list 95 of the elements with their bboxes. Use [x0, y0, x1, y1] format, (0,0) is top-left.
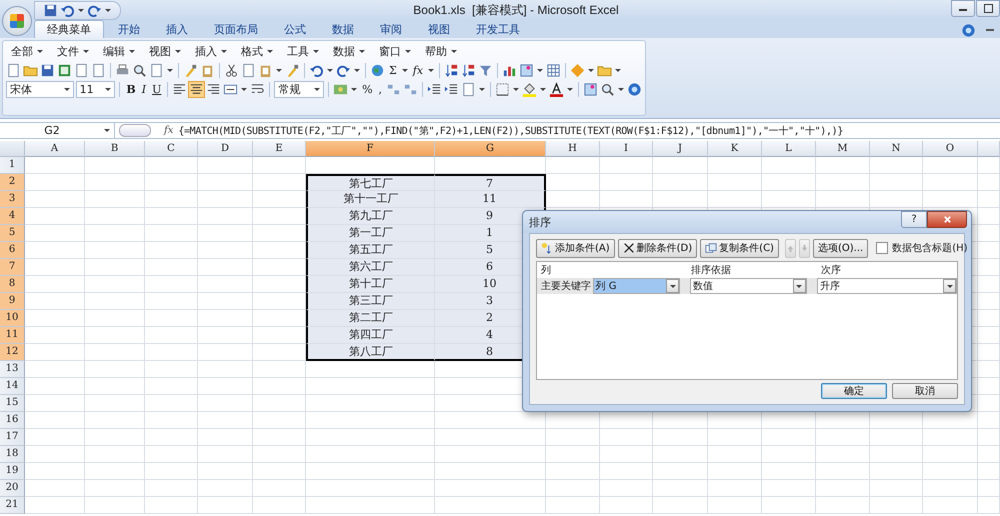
table-cell[interactable]: 第十工厂 [306, 276, 435, 293]
help-button[interactable]: ? [901, 211, 927, 228]
table-cell[interactable]: 第三工厂 [306, 293, 435, 310]
column-header[interactable]: D [198, 141, 253, 157]
function-button[interactable]: fx [410, 64, 426, 76]
row-header[interactable]: 16 [0, 412, 25, 429]
column-header[interactable]: L [762, 141, 816, 157]
column-header[interactable]: G [435, 141, 546, 157]
row-header[interactable]: 1 [0, 157, 25, 174]
row-header[interactable]: 21 [0, 497, 25, 514]
font-size-field[interactable]: 11 [76, 80, 116, 98]
menu-item[interactable]: 帮助 [420, 44, 462, 59]
ribbon-tab[interactable]: 插入 [154, 21, 200, 38]
formula-field[interactable]: {=MATCH(MID(SUBSTITUTE(F2,"工厂",""),FIND("第",F2)+1,LEN(F2)),SUBSTITUTE(TEXT(ROW(F$1:F$12),"[dbnum1]"),"一十","十"),)} [176, 124, 1000, 138]
menu-item[interactable]: 全部 [6, 44, 48, 59]
column-header[interactable]: J [653, 141, 708, 157]
table-cell[interactable]: 第五工厂 [306, 242, 435, 259]
ribbon-tab[interactable]: 公式 [272, 21, 318, 38]
comma-button[interactable]: , [376, 82, 384, 96]
ok-button[interactable]: 确定 [821, 383, 887, 399]
row-header[interactable]: 19 [0, 463, 25, 480]
table-cell[interactable]: 第二工厂 [306, 310, 435, 327]
table-cell[interactable]: 第四工厂 [306, 327, 435, 344]
ribbon-tab[interactable]: 页面布局 [202, 21, 270, 38]
column-header[interactable]: I [600, 141, 653, 157]
checkbox-label[interactable]: 数据包含标题(H) [892, 241, 968, 255]
cancel-button[interactable]: 取消 [892, 383, 958, 399]
table-cell[interactable]: 7 [435, 174, 546, 191]
column-header[interactable]: F [306, 141, 435, 157]
row-header[interactable]: 2 [0, 174, 25, 191]
menu-item[interactable]: 工具 [282, 44, 324, 59]
add-level-button[interactable]: 添加条件(A) [536, 238, 615, 258]
dropdown[interactable]: 升序 [816, 278, 958, 294]
menu-item[interactable]: 编辑 [98, 44, 140, 59]
table-cell[interactable]: 第八工厂 [306, 344, 435, 361]
row-header[interactable]: 15 [0, 395, 25, 412]
insert-function-button[interactable]: fx [161, 125, 176, 136]
window-title: Book1.xls [兼容模式] - Microsoft Excel [412, 2, 620, 18]
number-format-field[interactable]: 常规 [274, 80, 324, 98]
delete-level-button[interactable]: 删除条件(D) [618, 238, 698, 258]
table-cell[interactable]: 第九工厂 [306, 208, 435, 225]
row-header[interactable]: 13 [0, 361, 25, 378]
row-header[interactable]: 10 [0, 310, 25, 327]
ribbon-tab[interactable]: 审阅 [368, 21, 414, 38]
row-header[interactable]: 20 [0, 480, 25, 497]
row-header[interactable]: 7 [0, 259, 25, 276]
row-header[interactable]: 18 [0, 446, 25, 463]
column-header[interactable]: O [923, 141, 978, 157]
row-header[interactable]: 3 [0, 191, 25, 208]
bold-button[interactable]: B [124, 82, 138, 96]
row-header[interactable]: 17 [0, 429, 25, 446]
row-header[interactable]: 11 [0, 327, 25, 344]
column-header[interactable]: A [25, 141, 85, 157]
table-cell[interactable]: 第十一工厂 [306, 191, 435, 208]
column-header[interactable]: M [816, 141, 870, 157]
column-header[interactable]: N [870, 141, 923, 157]
table-cell[interactable]: 第六工厂 [306, 259, 435, 276]
column-header[interactable]: B [85, 141, 145, 157]
table-cell[interactable]: 第一工厂 [306, 225, 435, 242]
options-button[interactable]: 选项(O)... [812, 238, 868, 258]
row-header[interactable]: 12 [0, 344, 25, 361]
row-header[interactable]: 5 [0, 225, 25, 242]
menu-item[interactable]: 格式 [236, 44, 278, 59]
ribbon-tab[interactable]: 经典菜单 [34, 20, 104, 38]
percent-button[interactable]: % [360, 82, 375, 96]
column-header[interactable]: C [145, 141, 198, 157]
menu-item[interactable]: 视图 [144, 44, 186, 59]
name-box[interactable]: G2 [0, 123, 115, 138]
font-field[interactable]: 宋体 [6, 80, 74, 98]
copy-level-button[interactable]: 复制条件(C) [700, 238, 779, 258]
list-header: 排序依据 [691, 264, 732, 277]
column-header[interactable]: K [708, 141, 762, 157]
sum-button[interactable]: Σ [387, 64, 399, 76]
row-header[interactable]: 14 [0, 378, 25, 395]
ribbon-tab[interactable]: 开发工具 [464, 21, 532, 38]
table-cell[interactable]: 第七工厂 [306, 174, 435, 191]
ribbon-tab[interactable]: 视图 [416, 21, 462, 38]
menu-item[interactable]: 窗口 [374, 44, 416, 59]
row-header[interactable]: 9 [0, 293, 25, 310]
row-header[interactable]: 6 [0, 242, 25, 259]
menu-item[interactable]: 文件 [52, 44, 94, 59]
underline-button[interactable]: U [150, 82, 164, 96]
dropdown[interactable]: 数值 [690, 278, 807, 294]
column-header[interactable]: H [546, 141, 600, 157]
table-cell[interactable]: 11 [435, 191, 546, 208]
italic-button[interactable]: I [140, 82, 148, 96]
row-header[interactable]: 8 [0, 276, 25, 293]
menu-item[interactable]: 插入 [190, 44, 232, 59]
dropdown[interactable]: 列 G [592, 278, 680, 294]
column-header[interactable]: E [253, 141, 306, 157]
list-header: 次序 [821, 264, 841, 277]
ribbon-tab[interactable]: 开始 [106, 21, 152, 38]
row-header[interactable]: 4 [0, 208, 25, 225]
ribbon-tab[interactable]: 数据 [320, 21, 366, 38]
menu-item[interactable]: 数据 [328, 44, 370, 59]
